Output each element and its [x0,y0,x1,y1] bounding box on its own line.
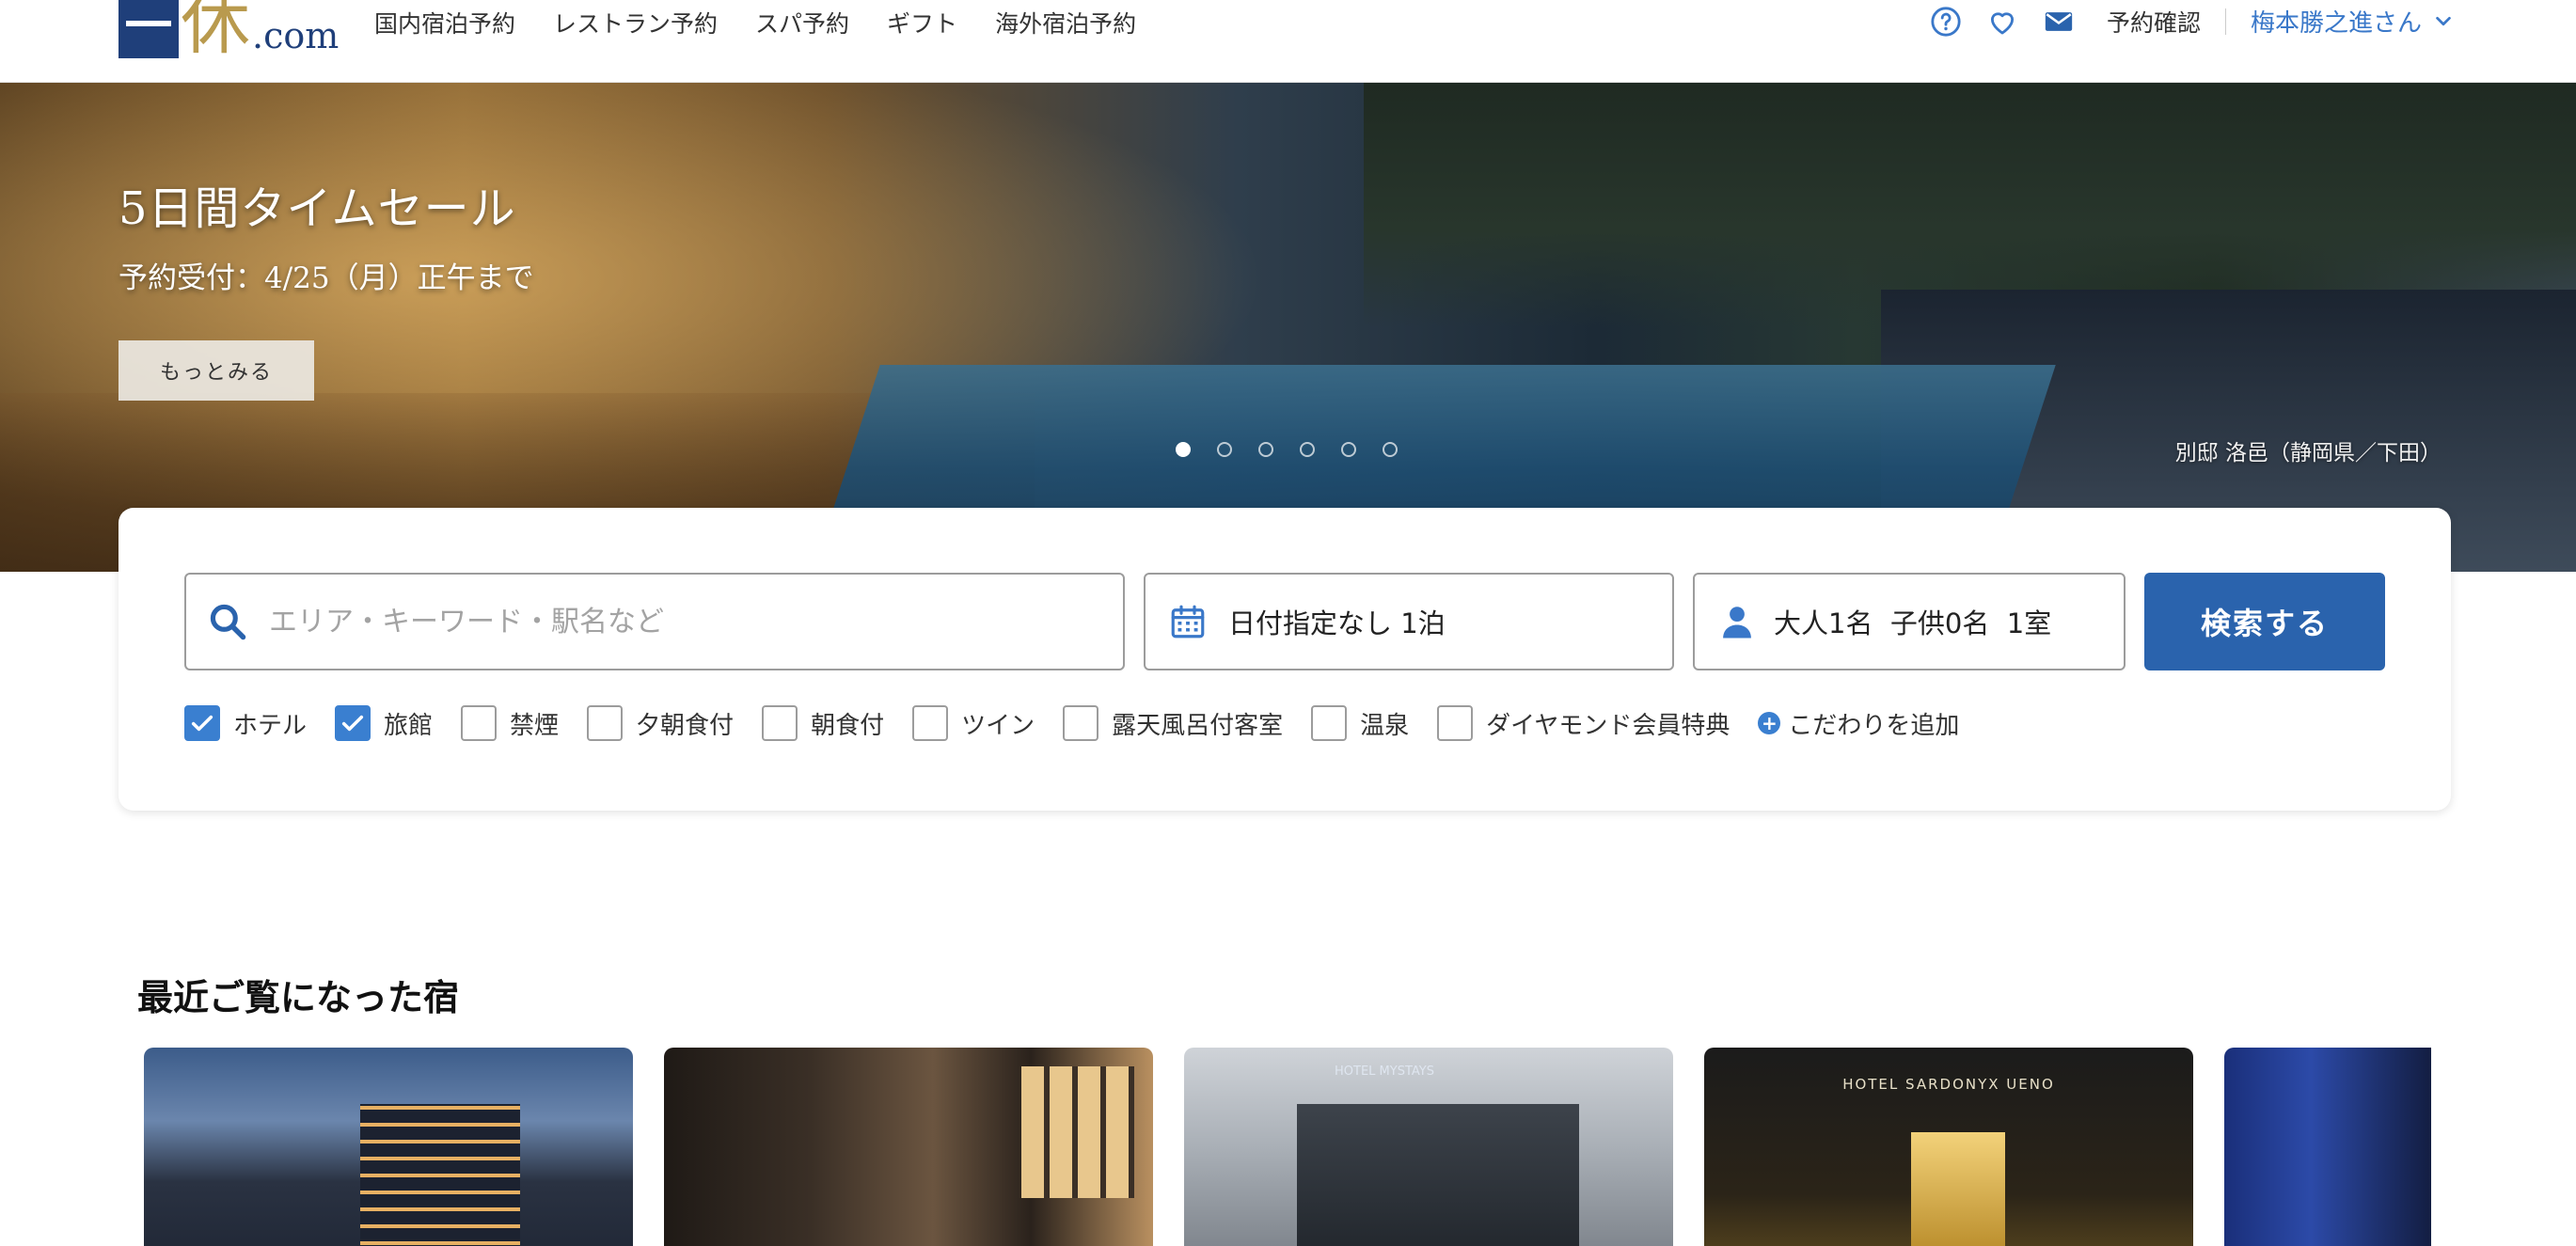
carousel-dot[interactable] [1300,442,1315,457]
filter-label: 夕朝食付 [636,711,735,740]
hero-caption[interactable]: 別邸 洛邑（静岡県／下田） [2175,434,2442,466]
site-logo[interactable]: 休 .com [119,0,339,58]
hero-subtitle: 予約受付：4/25（月）正午まで [119,261,534,295]
filter-label: 温泉 [1360,711,1410,740]
hotel-card[interactable] [2224,1048,2431,1246]
check-icon [191,715,213,732]
hotel-card[interactable]: HOTEL SARDONYX UENO [1704,1048,2193,1246]
filter-hotel[interactable]: ホテル [184,705,307,741]
filter-breakfast[interactable]: 朝食付 [762,705,884,741]
checkbox[interactable] [1437,705,1474,741]
hotel-sign: HOTEL SARDONYX UENO [1842,1076,2055,1093]
chevron-down-icon [2436,16,2451,25]
guest-value: 大人1名 子供0名 1室 [1774,607,2052,639]
person-icon [1723,607,1751,639]
hero-banner[interactable]: 5日間タイムセール 予約受付：4/25（月）正午まで もっとみる 別邸 洛邑（静… [0,83,2576,572]
carousel-dot[interactable] [1258,442,1273,457]
filter-label: 露天風呂付客室 [1112,711,1284,740]
date-field[interactable]: 日付指定なし 1泊 [1144,573,1674,670]
help-icon[interactable] [1930,6,1962,38]
plus-circle-icon: + [1758,712,1781,734]
filter-onsen[interactable]: 温泉 [1311,705,1409,741]
checkbox[interactable] [1311,705,1348,741]
search-panel: 日付指定なし 1泊 大人1名 子供0名 1室 検索する ホテル 旅館 禁煙 夕朝… [119,508,2451,811]
mail-icon[interactable] [2043,6,2075,38]
user-name-label: 梅本勝之進さん [2250,9,2422,38]
site-header: 休 .com 国内宿泊予約 レストラン予約 スパ予約 ギフト 海外宿泊予約 予約… [0,0,2576,83]
logo-mark [119,0,179,58]
carousel-dot[interactable] [1383,442,1398,457]
checkbox[interactable] [1063,705,1099,741]
guest-field[interactable]: 大人1名 子供0名 1室 [1693,573,2126,670]
nav-domestic-hotel[interactable]: 国内宿泊予約 [374,6,515,39]
filter-non-smoking[interactable]: 禁煙 [461,705,559,741]
checkbox[interactable] [912,705,949,741]
filter-label: ダイヤモンド会員特典 [1486,711,1731,740]
checkbox-checked[interactable] [184,705,220,741]
filter-label: ツイン [961,711,1035,740]
hotel-card[interactable] [664,1048,1153,1246]
keyword-field[interactable] [184,573,1125,670]
filter-twin[interactable]: ツイン [912,705,1035,741]
logo-suffix: .com [252,15,340,56]
hero-title: 5日間タイムセール [119,182,516,235]
header-actions: 予約確認 梅本勝之進さん [1930,4,2454,39]
check-icon [341,715,364,732]
filter-ryokan[interactable]: 旅館 [335,705,433,741]
filter-dinner-breakfast[interactable]: 夕朝食付 [587,705,734,741]
filter-row: ホテル 旅館 禁煙 夕朝食付 朝食付 ツイン 露天風呂付客室 温泉 ダイヤモンド… [184,705,1959,741]
filter-label: 旅館 [384,711,434,740]
checkbox[interactable] [461,705,498,741]
carousel-dot[interactable] [1176,442,1191,457]
nav-restaurant[interactable]: レストラン予約 [553,6,718,39]
logo-kanji: 休 [181,0,250,64]
nav-gift[interactable]: ギフト [887,6,957,39]
user-menu[interactable]: 梅本勝之進さん [2251,4,2454,39]
carousel-dot[interactable] [1217,442,1232,457]
carousel-dots [1176,442,1398,457]
date-value: 日付指定なし 1泊 [1228,607,1446,639]
filter-label: 朝食付 [811,711,885,740]
nav-overseas-hotel[interactable]: 海外宿泊予約 [995,6,1136,39]
recent-hotel-list: HOTEL MYSTAYS HOTEL SARDONYX UENO [144,1048,2431,1246]
filter-label: ホテル [233,711,308,740]
add-preference-link[interactable]: + こだわりを追加 [1758,706,1959,741]
recent-section-title: 最近ご覧になった宿 [137,976,460,1018]
header-divider [2224,8,2226,35]
nav-spa[interactable]: スパ予約 [755,6,849,39]
hotel-sign: HOTEL MYSTAYS [1335,1065,1434,1079]
reservation-check-link[interactable]: 予約確認 [2107,5,2201,39]
filter-diamond-member[interactable]: ダイヤモンド会員特典 [1437,705,1730,741]
checkbox-checked[interactable] [335,705,371,741]
search-button[interactable]: 検索する [2144,573,2385,670]
favorite-heart-icon[interactable] [1986,6,2018,38]
add-preference-label: こだわりを追加 [1788,711,1960,740]
checkbox[interactable] [762,705,798,741]
calendar-icon [1171,605,1205,639]
main-nav: 国内宿泊予約 レストラン予約 スパ予約 ギフト 海外宿泊予約 [374,6,1136,39]
search-icon [210,604,246,640]
carousel-dot[interactable] [1341,442,1356,457]
hero-more-button[interactable]: もっとみる [119,340,314,401]
checkbox[interactable] [587,705,624,741]
hotel-card[interactable] [144,1048,633,1246]
hotel-card[interactable]: HOTEL MYSTAYS [1184,1048,1673,1246]
filter-open-air-bath-room[interactable]: 露天風呂付客室 [1063,705,1283,741]
keyword-input[interactable] [267,604,1080,639]
filter-label: 禁煙 [510,711,560,740]
